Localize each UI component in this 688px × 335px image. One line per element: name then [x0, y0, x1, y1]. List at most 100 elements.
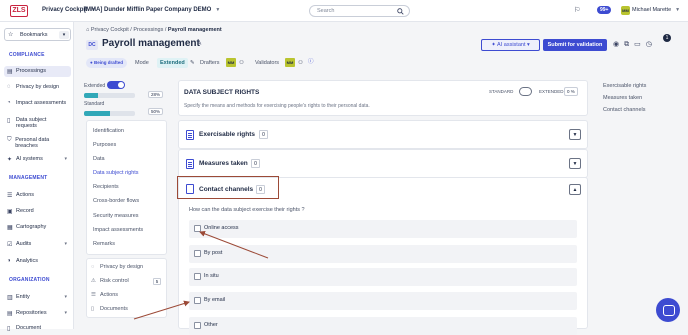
toc-item[interactable]: Measures taken [603, 95, 646, 101]
list-icon: ☰ [91, 292, 96, 298]
home-icon: ⌂ [86, 27, 90, 33]
bookmarks-select[interactable]: ☆ Bookmarks ▾ [4, 28, 71, 41]
risk-count: 5 [153, 278, 161, 285]
sidebar-item-label: Cartography [16, 224, 47, 230]
info-icon[interactable]: ⓘ [308, 57, 314, 65]
mode-chip[interactable]: Extended [157, 58, 188, 68]
sidebar-item-label: Audits [16, 241, 32, 247]
mode-toggle[interactable] [107, 81, 125, 89]
checkbox[interactable] [194, 297, 201, 304]
sidebar-item-processings[interactable]: ▤ Processings [4, 66, 71, 77]
drafter-avatar[interactable]: MM [226, 58, 236, 67]
menu-item-remarks[interactable]: Remarks [93, 241, 115, 247]
search-input[interactable]: Search [309, 5, 410, 17]
menu-item-privacy-by-design[interactable]: ◌ Privacy by design [91, 264, 143, 270]
sidebar-item-personal-data-breaches[interactable]: ⛉ Personal data breaches [4, 135, 71, 151]
processing-code: DC [86, 40, 98, 50]
chevron-up-icon[interactable]: ▲ [569, 184, 581, 195]
document-icon [186, 159, 194, 169]
menu-item-purposes[interactable]: Purposes [93, 142, 116, 148]
sidebar-item-record[interactable]: ▣ Record [4, 206, 71, 217]
chevron-down-icon: ▾ [59, 31, 69, 39]
menu-item-documents[interactable]: ▯ Documents [91, 306, 128, 312]
notifications-badge[interactable]: 99+ [597, 6, 612, 14]
sidebar-item-impact-assessments[interactable]: ◔ Impact assessments [4, 98, 71, 108]
menu-item-data-subject-rights[interactable]: Data subject rights [93, 170, 139, 176]
sidebar-item-data-subject-requests[interactable]: ▯ Data subject requests [4, 115, 71, 131]
section-exercisable-rights[interactable]: Exercisable rights 0 ▼ [178, 120, 588, 149]
company-switcher[interactable]: [MMA] Dunder Mifflin Paper Company DEMO ▼ [84, 7, 220, 13]
menu-item-security-measures[interactable]: Security measures [93, 213, 139, 219]
checkbox[interactable] [194, 322, 201, 329]
extended-progress-bar [84, 93, 135, 98]
menu-item-cross-border-flows[interactable]: Cross-border flows [93, 198, 139, 204]
toc-item[interactable]: Exercisable rights [603, 83, 646, 89]
chat-button[interactable] [656, 298, 680, 322]
history-icon[interactable]: ◷ [646, 41, 657, 48]
sidebar-item-privacy-by-design[interactable]: ◌ Privacy by design [4, 82, 71, 92]
extended-progress-pct: 28% [148, 91, 164, 98]
breadcrumb-item[interactable]: Privacy Cockpit [91, 27, 129, 33]
bell-icon[interactable]: ⚐ [574, 6, 580, 14]
section-measures-taken[interactable]: Measures taken 0 ▼ [178, 149, 588, 178]
document-icon [186, 130, 194, 140]
user-add-icon[interactable]: ⚇ [298, 60, 303, 66]
toc-item[interactable]: Contact channels [603, 107, 646, 113]
section-count: 0 [256, 185, 265, 194]
analytics-icon: ◑ [7, 258, 11, 264]
sidebar-item-analytics[interactable]: ◑ Analytics [4, 256, 71, 266]
option-label: Online access [204, 225, 239, 231]
option-label: By email [204, 297, 226, 303]
submit-for-validation-button[interactable]: Submit for validation [543, 39, 607, 51]
option-by-email[interactable]: By email [189, 292, 577, 310]
progress-fill [84, 93, 99, 98]
audit-icon: ☑ [7, 242, 13, 248]
avatar[interactable]: MM [621, 6, 630, 15]
toolbar-icons: ◉⧉▭◷ [613, 40, 657, 49]
menu-item-data[interactable]: Data [93, 156, 105, 162]
chevron-down-icon: ▾ [64, 294, 67, 300]
copy-icon[interactable]: ⧉ [624, 41, 634, 48]
option-by-post[interactable]: By post [189, 245, 577, 263]
repository-icon: ▤ [7, 311, 13, 317]
sidebar-item-label: Data subject requests [15, 117, 47, 129]
ai-assistant-button[interactable]: ✦ AI assistant ▾ [481, 39, 540, 51]
chevron-down-icon[interactable]: ▼ [569, 158, 581, 169]
breadcrumb-item[interactable]: Processings [133, 27, 163, 33]
eye-icon[interactable]: ◉ [613, 41, 624, 48]
search-icon [397, 8, 404, 15]
menu-item-impact-assessments[interactable]: Impact assessments [93, 227, 143, 233]
bulb-icon: ◌ [7, 84, 11, 90]
sidebar-item-cartography[interactable]: ▦ Cartography [4, 222, 71, 233]
option-other[interactable]: Other [189, 317, 577, 335]
sidebar-item-label: AI systems [16, 156, 43, 162]
status-badge: ● Being drafted [86, 58, 127, 68]
option-in-situ[interactable]: In situ [189, 268, 577, 286]
checkbox[interactable] [194, 225, 201, 232]
sidebar-item-repositories[interactable]: ▤ Repositories ▾ [4, 308, 71, 319]
sidebar-item-entity[interactable]: ▥ Entity ▾ [4, 292, 71, 303]
user-add-icon[interactable]: ⚇ [239, 60, 244, 66]
checkbox[interactable] [194, 250, 201, 257]
menu-item-identification[interactable]: Identification [93, 128, 124, 134]
menu-item-recipients[interactable]: Recipients [93, 184, 119, 190]
menu-item-actions[interactable]: ☰ Actions [91, 292, 118, 298]
edit-icon[interactable]: ✎ [197, 40, 202, 47]
standard-progress-pct: 50% [148, 108, 164, 115]
validators-label: Validators [255, 60, 280, 66]
app-logo[interactable]: ZLS [10, 5, 28, 17]
sidebar-item-audits[interactable]: ☑ Audits ▾ [4, 239, 71, 250]
option-label: Other [204, 322, 218, 328]
comment-icon[interactable]: ▭ [634, 41, 646, 48]
menu-item-risk-control[interactable]: ⚠ Risk control [91, 278, 129, 284]
sidebar-item-actions[interactable]: ☰ Actions [4, 190, 71, 201]
sidebar-item-ai-systems[interactable]: ✦ AI systems ▾ [4, 154, 71, 165]
option-label: In situ [204, 273, 219, 279]
chevron-down-icon[interactable]: ▼ [569, 129, 581, 140]
bookmarks-label: Bookmarks [20, 32, 48, 38]
option-label: By post [204, 250, 223, 256]
user-menu[interactable]: Michael Marette ▼ [632, 7, 680, 13]
option-online-access[interactable]: Online access [189, 220, 577, 238]
checkbox[interactable] [194, 273, 201, 280]
validator-avatar[interactable]: MM [285, 58, 295, 67]
